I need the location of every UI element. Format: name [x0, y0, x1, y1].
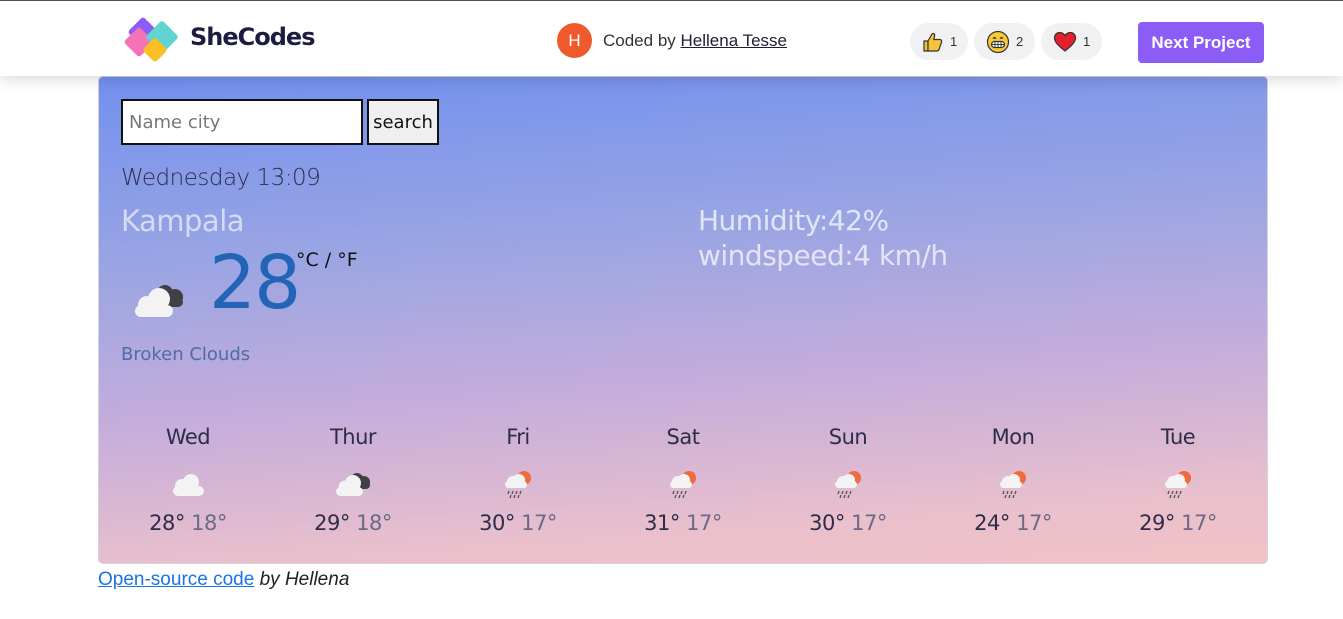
current-temperature: 28: [209, 240, 301, 326]
reaction-count: 2: [1016, 34, 1024, 49]
weather-card: search Wednesday 13:09 Kampala 28 °C / °…: [98, 76, 1268, 564]
temperature-unit-toggle[interactable]: °C / °F: [296, 249, 358, 271]
forecast-min-temp: 17°: [1181, 511, 1217, 535]
brand-name[interactable]: SheCodes: [190, 23, 315, 51]
forecast-day-name: Sun: [828, 425, 868, 449]
reaction-count: 1: [1083, 34, 1091, 49]
next-project-button[interactable]: Next Project: [1138, 22, 1264, 63]
footer-author: by Hellena: [254, 569, 350, 590]
sun-rain-cloud-icon: [1165, 471, 1191, 499]
sun-rain-cloud-icon: [835, 471, 861, 499]
forecast-min-temp: 17°: [1016, 511, 1052, 535]
coded-by-prefix: Coded by: [603, 31, 676, 50]
broken-clouds-icon: [336, 473, 370, 496]
reaction-grin-button[interactable]: 2: [974, 23, 1035, 60]
city-name: Kampala: [121, 204, 245, 238]
forecast-day: Wed 28° 18°: [128, 425, 248, 535]
forecast-max-temp: 28°: [149, 511, 185, 535]
header-bar: SheCodes H Coded by Hellena Tesse 1 2 1 …: [0, 1, 1343, 76]
forecast-min-temp: 17°: [686, 511, 722, 535]
reaction-count: 1: [950, 34, 958, 49]
forecast-day-name: Mon: [991, 425, 1035, 449]
forecast-day-name: Fri: [506, 425, 530, 449]
city-search-input[interactable]: [121, 99, 363, 145]
forecast-day: Tue 29° 17°: [1118, 425, 1238, 535]
shecodes-logo-icon[interactable]: [124, 11, 184, 67]
open-source-code-link[interactable]: Open-source code: [98, 569, 254, 590]
forecast-max-temp: 30°: [809, 511, 845, 535]
sun-rain-cloud-icon: [1000, 471, 1026, 499]
forecast-min-temp: 17°: [521, 511, 557, 535]
author-link[interactable]: Hellena Tesse: [681, 31, 787, 50]
author-avatar: H: [557, 23, 592, 58]
coded-by-text: Coded by Hellena Tesse: [603, 31, 787, 51]
broken-clouds-icon: [135, 285, 183, 317]
thumbs-up-icon: [923, 32, 943, 52]
reaction-thumbs-up-button[interactable]: 1: [910, 23, 968, 60]
forecast-day: Fri 30° 17°: [458, 425, 578, 535]
forecast-min-temp: 18°: [191, 511, 227, 535]
forecast-max-temp: 30°: [479, 511, 515, 535]
current-datetime: Wednesday 13:09: [121, 165, 321, 191]
cloud-icon: [173, 474, 204, 496]
humidity-value: Humidity:42%: [698, 204, 889, 237]
forecast-min-temp: 17°: [851, 511, 887, 535]
grinning-face-icon: [986, 30, 1010, 53]
forecast-day-name: Wed: [165, 425, 211, 449]
sun-rain-cloud-icon: [505, 471, 531, 499]
search-button[interactable]: search: [367, 99, 439, 145]
forecast-max-temp: 29°: [314, 511, 350, 535]
forecast-max-temp: 31°: [644, 511, 680, 535]
reaction-heart-button[interactable]: 1: [1041, 23, 1102, 60]
forecast-day: Sat 31° 17°: [623, 425, 743, 535]
sun-rain-cloud-icon: [670, 471, 696, 499]
forecast-day: Sun 30° 17°: [788, 425, 908, 535]
forecast-max-temp: 24°: [974, 511, 1010, 535]
footer-credit: Open-source code by Hellena: [98, 569, 349, 591]
forecast-day: Thur 29° 18°: [293, 425, 413, 535]
forecast-day: Mon 24° 17°: [953, 425, 1073, 535]
forecast-min-temp: 18°: [356, 511, 392, 535]
forecast-day-name: Tue: [1160, 425, 1196, 449]
forecast-max-temp: 29°: [1139, 511, 1175, 535]
forecast-day-name: Sat: [666, 425, 700, 449]
forecast-day-name: Thur: [329, 425, 377, 449]
weather-description: Broken Clouds: [121, 344, 251, 365]
windspeed-value: windspeed:4 km/h: [698, 239, 948, 272]
heart-icon: [1053, 31, 1077, 52]
